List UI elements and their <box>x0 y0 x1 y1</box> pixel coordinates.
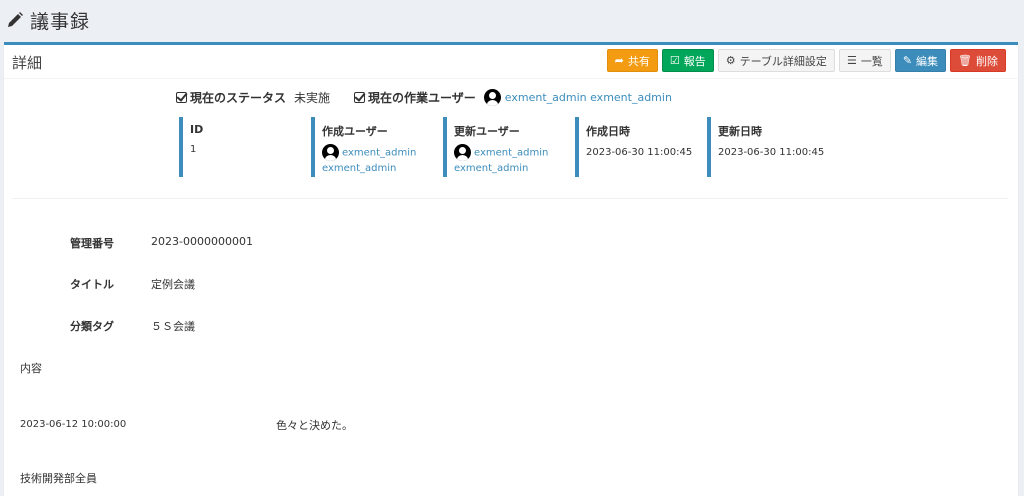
check-square-icon <box>354 92 366 103</box>
content-attendees: 技術開発部全員 <box>20 472 97 485</box>
manage-no-label: 管理番号 <box>70 237 114 250</box>
current-user: 現在の作業ユーザー <box>354 89 476 106</box>
tag-value: ５Ｓ会議 <box>151 320 195 333</box>
gear-icon: ⚙ <box>725 54 736 67</box>
content-label: 内容 <box>20 362 42 375</box>
field-title: タイトル 定例会議 <box>70 276 195 292</box>
share-button-label: 共有 <box>627 54 650 68</box>
info-created-at: 作成日時 2023-06-30 11:00:45 <box>575 117 703 177</box>
avatar <box>483 89 501 106</box>
edit-icon: ✎ <box>902 54 913 67</box>
created-user-label: 作成ユーザー <box>322 125 388 138</box>
list-icon: ☰ <box>846 54 857 67</box>
current-status-label: 現在のステータス <box>190 91 287 105</box>
avatar <box>454 144 471 161</box>
trash-icon: 🗑 <box>958 54 972 67</box>
content-date: 2023-06-12 10:00:00 <box>20 419 127 430</box>
title-value: 定例会議 <box>151 278 195 291</box>
field-manage-no: 管理番号 2023-0000000001 <box>70 235 253 251</box>
content-text: 色々と決めた。 <box>276 419 353 432</box>
report-button[interactable]: ☑ 報告 <box>661 49 714 72</box>
avatar <box>322 144 339 161</box>
toolbar: ➦ 共有 ☑ 報告 ⚙ テーブル詳細設定 ☰ 一覧 ✎ 編集 🗑 削除 <box>606 49 1006 72</box>
info-created-user: 作成ユーザー exment_admin exment_admin <box>311 117 439 177</box>
current-user-label: 現在の作業ユーザー <box>368 91 476 105</box>
list-button-label: 一覧 <box>860 54 883 68</box>
check-square-icon <box>176 92 187 103</box>
created-user-link[interactable]: exment_admin <box>342 148 416 159</box>
check-square-icon: ☑ <box>669 54 680 67</box>
box-title: 詳細 <box>12 54 43 72</box>
list-button[interactable]: ☰ 一覧 <box>838 49 891 72</box>
delete-button[interactable]: 🗑 削除 <box>950 49 1006 72</box>
id-label: ID <box>190 123 204 136</box>
tag-label: 分類タグ <box>70 320 114 333</box>
current-user-link[interactable]: exment_admin exment_admin <box>505 91 672 104</box>
info-id: ID 1 <box>179 117 307 177</box>
share-icon: ➦ <box>614 54 624 67</box>
created-at-label: 作成日時 <box>586 125 630 138</box>
table-settings-button-label: テーブル詳細設定 <box>739 54 827 68</box>
delete-button-label: 削除 <box>976 54 998 68</box>
field-tag: 分類タグ ５Ｓ会議 <box>70 318 195 334</box>
table-settings-button[interactable]: ⚙ テーブル詳細設定 <box>717 49 835 72</box>
updated-user-link[interactable]: exment_admin <box>474 148 548 159</box>
updated-user-label: 更新ユーザー <box>454 125 520 138</box>
updated-user: exment_admin exment_admin <box>454 144 571 176</box>
status-row: 現在のステータス 未実施 現在の作業ユーザー exment_admin exme… <box>176 89 672 106</box>
created-user-link-2[interactable]: exment_admin <box>322 163 396 174</box>
title-label: タイトル <box>70 278 114 291</box>
page-header: 議事録 <box>0 0 1024 40</box>
share-button[interactable]: ➦ 共有 <box>606 49 658 72</box>
id-value: 1 <box>190 144 197 155</box>
created-at-value: 2023-06-30 11:00:45 <box>586 147 693 158</box>
info-updated-user: 更新ユーザー exment_admin exment_admin <box>443 117 571 177</box>
updated-user-link-2[interactable]: exment_admin <box>454 163 528 174</box>
page-title: 議事録 <box>30 10 91 33</box>
edit-button-label: 編集 <box>916 54 939 68</box>
info-updated-at: 更新日時 2023-06-30 11:00:45 <box>707 117 835 177</box>
current-status: 現在のステータス <box>176 89 286 106</box>
edit-button[interactable]: ✎ 編集 <box>894 49 947 72</box>
current-status-value: 未実施 <box>294 91 331 105</box>
divider <box>12 198 1008 199</box>
updated-at-label: 更新日時 <box>718 125 762 138</box>
created-user: exment_admin exment_admin <box>322 144 439 176</box>
box-header: 詳細 ➦ 共有 ☑ 報告 ⚙ テーブル詳細設定 ☰ 一覧 ✎ 編集 🗑 削除 <box>4 45 1018 79</box>
updated-at-value: 2023-06-30 11:00:45 <box>718 147 825 158</box>
pencil-icon <box>8 12 23 27</box>
detail-box: 詳細 ➦ 共有 ☑ 報告 ⚙ テーブル詳細設定 ☰ 一覧 ✎ 編集 🗑 削除 現… <box>4 42 1018 496</box>
report-button-label: 報告 <box>683 54 706 68</box>
manage-no-value: 2023-0000000001 <box>151 235 253 248</box>
